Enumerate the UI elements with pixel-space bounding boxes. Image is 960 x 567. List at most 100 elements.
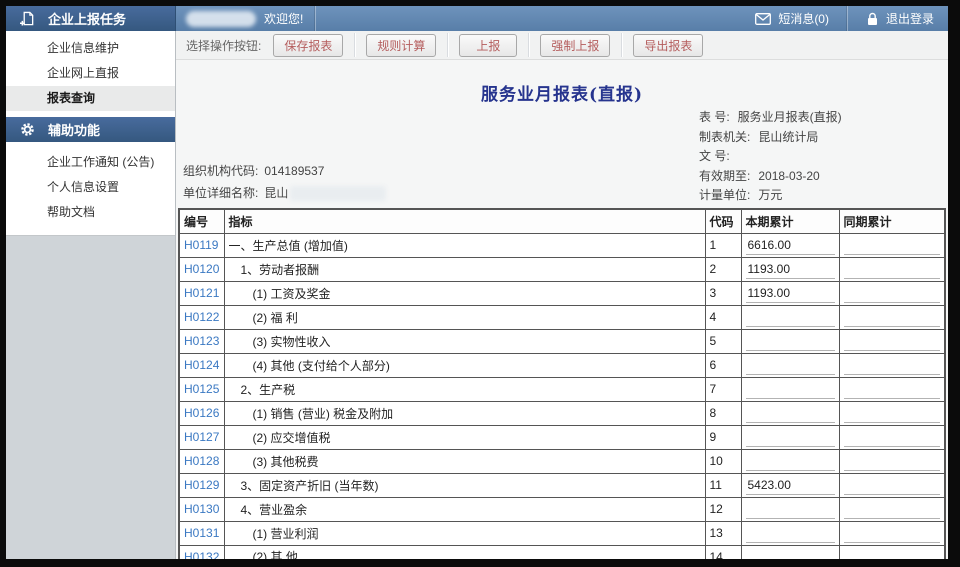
prior-period-input[interactable] — [844, 380, 941, 399]
indicator-cell: (1) 销售 (营业) 税金及附加 — [224, 401, 705, 425]
current-period-input[interactable] — [746, 308, 835, 327]
current-period-input[interactable] — [746, 284, 835, 303]
sidebar-section-header-aux[interactable]: 辅助功能 — [6, 117, 175, 142]
sidebar-item[interactable]: 企业信息维护 — [6, 36, 175, 61]
prior-period-input[interactable] — [844, 356, 941, 375]
indicator-code-link[interactable]: H0121 — [184, 286, 219, 300]
toolbar-button[interactable]: 强制上报 — [540, 34, 610, 57]
row-id-cell: H0124 — [179, 353, 224, 377]
current-period-input[interactable] — [746, 380, 835, 399]
prior-period-cell — [839, 305, 945, 329]
current-period-cell — [741, 521, 839, 545]
prior-period-input[interactable] — [844, 547, 941, 559]
current-period-input[interactable] — [746, 452, 835, 471]
meta-value: 服务业月报表(直报) — [738, 110, 842, 124]
main-panel: 选择操作按钮: 保存报表 规则计算 上报 强制上报 导出报表 服务业月报表(直报… — [176, 31, 948, 559]
prior-period-input[interactable] — [844, 260, 941, 279]
sidebar-section-header-tasks[interactable]: 企业上报任务 — [6, 6, 176, 31]
toolbar-button[interactable]: 上报 — [459, 34, 517, 57]
prior-period-cell — [839, 473, 945, 497]
report-meta-right: 表 号:服务业月报表(直报) 制表机关:昆山统计局 文 号: 有效期至:2018… — [699, 108, 939, 206]
indicator-code-link[interactable]: H0122 — [184, 310, 219, 324]
current-period-input[interactable] — [746, 404, 835, 423]
row-id-cell: H0125 — [179, 377, 224, 401]
org-code-label: 组织机构代码: — [183, 160, 258, 182]
sidebar-section-title-tasks: 企业上报任务 — [48, 9, 126, 28]
indicator-code-link[interactable]: H0126 — [184, 406, 219, 420]
table-row: H0126 (1) 销售 (营业) 税金及附加 8 — [179, 401, 945, 425]
table-header-cell: 编号 — [179, 209, 224, 233]
current-period-input[interactable] — [746, 428, 835, 447]
current-period-input[interactable] — [746, 356, 835, 375]
unit-name-label: 单位详细名称: — [183, 182, 258, 204]
current-period-cell — [741, 473, 839, 497]
indicator-cell: 1、劳动者报酬 — [224, 257, 705, 281]
prior-period-input[interactable] — [844, 236, 941, 255]
sidebar-item[interactable]: 企业网上直报 — [6, 61, 175, 86]
row-id-cell: H0122 — [179, 305, 224, 329]
current-period-cell — [741, 497, 839, 521]
code-cell: 8 — [705, 401, 741, 425]
document-add-icon — [20, 11, 35, 26]
indicator-cell: (3) 实物性收入 — [224, 329, 705, 353]
indicator-code-link[interactable]: H0120 — [184, 262, 219, 276]
indicator-code-link[interactable]: H0124 — [184, 358, 219, 372]
current-period-input[interactable] — [746, 500, 835, 519]
indicator-code-link[interactable]: H0130 — [184, 502, 219, 516]
meta-label: 有效期至: — [699, 169, 750, 183]
logout-button[interactable]: 退出登录 — [860, 10, 948, 27]
prior-period-input[interactable] — [844, 284, 941, 303]
prior-period-input[interactable] — [844, 308, 941, 327]
toolbar-button[interactable]: 规则计算 — [366, 34, 436, 57]
indicator-code-link[interactable]: H0129 — [184, 478, 219, 492]
current-period-input[interactable] — [746, 260, 835, 279]
toolbar-button[interactable]: 导出报表 — [633, 34, 703, 57]
indicator-code-link[interactable]: H0127 — [184, 430, 219, 444]
topbar-divider — [315, 6, 316, 31]
prior-period-input[interactable] — [844, 524, 941, 543]
current-period-input[interactable] — [746, 236, 835, 255]
current-period-cell — [741, 233, 839, 257]
current-period-input[interactable] — [746, 547, 835, 559]
messages-button[interactable]: 短消息(0) — [749, 10, 835, 27]
prior-period-input[interactable] — [844, 452, 941, 471]
prior-period-cell — [839, 329, 945, 353]
indicator-code-link[interactable]: H0125 — [184, 382, 219, 396]
code-cell: 4 — [705, 305, 741, 329]
top-bar-right: 欢迎您! 短消息(0) 退出登录 — [176, 6, 948, 31]
current-period-input[interactable] — [746, 332, 835, 351]
indicator-code-link[interactable]: H0131 — [184, 526, 219, 540]
prior-period-input[interactable] — [844, 500, 941, 519]
indicator-code-link[interactable]: H0119 — [184, 238, 218, 252]
current-period-input[interactable] — [746, 476, 835, 495]
prior-period-input[interactable] — [844, 332, 941, 351]
sidebar-item[interactable]: 个人信息设置 — [6, 175, 175, 200]
sidebar-item[interactable]: 帮助文档 — [6, 200, 175, 225]
code-cell: 14 — [705, 545, 741, 559]
indicator-cell: (2) 其 他 — [224, 545, 705, 559]
indicator-code-link[interactable]: H0128 — [184, 454, 219, 468]
sidebar-item[interactable]: 企业工作通知 (公告) — [6, 150, 175, 175]
meta-label: 表 号: — [699, 110, 730, 124]
row-id-cell: H0130 — [179, 497, 224, 521]
lock-icon — [866, 12, 879, 26]
current-period-cell — [741, 257, 839, 281]
row-id-cell: H0123 — [179, 329, 224, 353]
table-row: H0119 一、生产总值 (增加值) 1 — [179, 233, 945, 257]
meta-line: 表 号: 服务业月报表(直报) — [699, 108, 939, 128]
meta-value: 2018-03-20 — [758, 169, 819, 183]
toolbar-button[interactable]: 保存报表 — [273, 34, 343, 57]
prior-period-cell — [839, 497, 945, 521]
prior-period-input[interactable] — [844, 428, 941, 447]
envelope-icon — [755, 13, 771, 25]
sidebar-item[interactable]: 报表查询 — [6, 86, 175, 111]
indicator-cell: 一、生产总值 (增加值) — [224, 233, 705, 257]
indicator-code-link[interactable]: H0123 — [184, 334, 219, 348]
prior-period-input[interactable] — [844, 404, 941, 423]
meta-value: 昆山统计局 — [758, 130, 818, 144]
row-id-cell: H0129 — [179, 473, 224, 497]
prior-period-input[interactable] — [844, 476, 941, 495]
current-period-input[interactable] — [746, 524, 835, 543]
report-title: 服务业月报表(直报) — [181, 80, 943, 102]
indicator-code-link[interactable]: H0132 — [184, 550, 219, 559]
